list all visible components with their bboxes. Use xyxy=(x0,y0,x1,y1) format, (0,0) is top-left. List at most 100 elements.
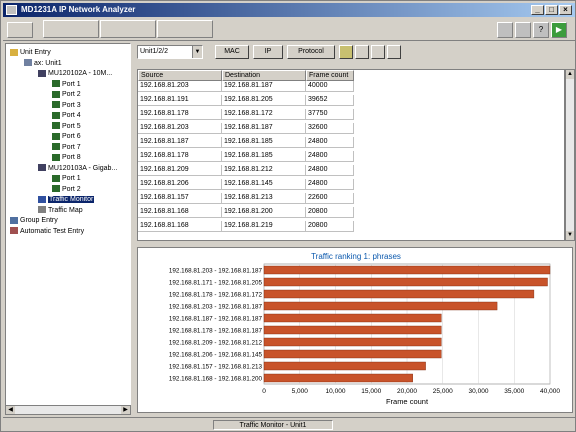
tree-item[interactable]: Port 2 xyxy=(52,185,81,195)
table-row[interactable]: 192.168.81.168 192.168.81.219 20800 xyxy=(138,221,354,232)
table-row[interactable]: 192.168.81.191 192.168.81.205 39652 xyxy=(138,95,354,106)
column-header[interactable]: Frame count xyxy=(306,70,354,81)
tree-item-label: Traffic Monitor xyxy=(48,196,95,203)
toolbar-tab-2[interactable] xyxy=(100,20,156,38)
tree-item[interactable]: Port 2 xyxy=(52,90,81,100)
table-cell: 24800 xyxy=(306,137,354,148)
table-cell: 24800 xyxy=(306,165,354,176)
table-row[interactable]: 192.168.81.187 192.168.81.185 24800 xyxy=(138,137,354,148)
x-axis-label: Frame count xyxy=(386,397,429,406)
print-icon[interactable] xyxy=(387,45,401,59)
ip-button[interactable]: IP xyxy=(253,45,283,59)
table-cell: 192.168.81.219 xyxy=(222,221,306,232)
tree-item[interactable]: Port 1 xyxy=(52,174,81,184)
tree-item[interactable]: Automatic Test Entry xyxy=(10,227,84,237)
table-cell: 192.168.81.178 xyxy=(138,109,222,120)
table-row[interactable]: 192.168.81.206 192.168.81.145 24800 xyxy=(138,179,354,190)
scroll-down-icon[interactable]: ▼ xyxy=(566,231,574,240)
bar xyxy=(263,325,442,335)
table-view-icon[interactable] xyxy=(355,45,369,59)
table-cell: 40000 xyxy=(306,81,354,92)
table-cell: 24800 xyxy=(306,179,354,190)
port-icon xyxy=(52,90,60,98)
group-icon xyxy=(10,216,18,224)
category-label: 192.168.81.203 - 192.168.81.187 xyxy=(169,304,263,311)
toolbar-tab-3[interactable] xyxy=(157,20,213,38)
tree-item[interactable]: Port 8 xyxy=(52,153,81,163)
bar xyxy=(263,373,413,383)
tree-item[interactable]: Port 3 xyxy=(52,101,81,111)
unit-tree[interactable]: Unit Entry ax: Unit1 MU120102A - 10M... Por… xyxy=(5,43,131,413)
tree-item[interactable]: Port 7 xyxy=(52,143,81,153)
tree-horizontal-scrollbar[interactable]: ◀ ▶ xyxy=(5,405,131,415)
table-vertical-scrollbar[interactable]: ▲ ▼ xyxy=(565,69,575,241)
tree-item-label: Port 3 xyxy=(62,101,81,109)
toolbar-tab-1[interactable] xyxy=(43,20,99,38)
tree-item[interactable]: ax: Unit1 xyxy=(24,59,62,69)
port-icon xyxy=(52,185,60,193)
bar xyxy=(263,313,442,323)
chart-view-icon[interactable] xyxy=(371,45,385,59)
exit-icon[interactable]: ▶ xyxy=(551,22,567,38)
port-icon xyxy=(52,111,60,119)
table-row[interactable]: 192.168.81.178 192.168.81.185 24800 xyxy=(138,151,354,162)
grid-view-icon[interactable] xyxy=(497,22,513,38)
table-cell: 22600 xyxy=(306,193,354,204)
tree-item[interactable]: MU120103A - Gigab... xyxy=(38,164,117,174)
table-row[interactable]: 192.168.81.157 192.168.81.213 22600 xyxy=(138,193,354,204)
table-cell: 192.168.81.168 xyxy=(138,221,222,232)
scroll-left-icon[interactable]: ◀ xyxy=(6,406,15,414)
table-cell: 192.168.81.185 xyxy=(222,151,306,162)
tree-item[interactable]: Port 6 xyxy=(52,132,81,142)
x-tick-label: 35,000 xyxy=(504,388,524,395)
module-icon xyxy=(38,69,46,77)
tree-item[interactable]: Traffic Monitor xyxy=(38,195,95,205)
toolbar: ? ▶ xyxy=(3,19,575,41)
column-header[interactable]: Destination xyxy=(222,70,306,81)
table-row[interactable]: 192.168.81.168 192.168.81.200 20800 xyxy=(138,207,354,218)
chevron-down-icon[interactable]: ▼ xyxy=(192,46,202,58)
help-icon[interactable]: ? xyxy=(533,22,549,38)
maximize-button[interactable]: □ xyxy=(545,5,558,15)
tree-item[interactable]: Port 4 xyxy=(52,111,81,121)
bar xyxy=(263,361,426,371)
category-label: 192.168.81.178 - 192.168.81.172 xyxy=(169,292,263,299)
close-button[interactable]: × xyxy=(559,5,572,15)
tree-item-label: MU120103A - Gigab... xyxy=(48,164,118,172)
scroll-up-icon[interactable]: ▲ xyxy=(566,70,574,79)
toolbar-tools-button[interactable] xyxy=(7,22,33,38)
table-cell: 192.168.81.203 xyxy=(138,81,222,92)
protocol-button[interactable]: Protocol xyxy=(287,45,335,59)
tree-item[interactable]: Unit Entry xyxy=(10,48,51,58)
tree-item-label: ax: Unit1 xyxy=(34,59,62,67)
table-cell: 39652 xyxy=(306,95,354,106)
minimize-button[interactable]: _ xyxy=(531,5,544,15)
tree-item-label: Group Entry xyxy=(20,217,58,224)
app-icon xyxy=(6,5,17,15)
tree-item-label: Traffic Map xyxy=(48,206,83,214)
category-label: 192.168.81.171 - 192.168.81.205 xyxy=(169,280,263,287)
table-row[interactable]: 192.168.81.209 192.168.81.212 24800 xyxy=(138,165,354,176)
x-tick-label: 20,000 xyxy=(397,388,417,395)
list-view-icon[interactable] xyxy=(515,22,531,38)
scroll-right-icon[interactable]: ▶ xyxy=(121,406,130,414)
tree-item[interactable]: Traffic Map xyxy=(38,206,83,216)
port-icon xyxy=(52,101,60,109)
tree-item[interactable]: Port 1 xyxy=(52,80,81,90)
tree-item[interactable]: Port 5 xyxy=(52,122,81,132)
table-row[interactable]: 192.168.81.203 192.168.81.187 40000 xyxy=(138,81,354,92)
mac-button[interactable]: MAC xyxy=(215,45,249,59)
table-cell: 192.168.81.185 xyxy=(222,137,306,148)
monitor-icon xyxy=(38,195,46,203)
table-row[interactable]: 192.168.81.178 192.168.81.172 37750 xyxy=(138,109,354,120)
unit-select[interactable]: Unit1/2/2 ▼ xyxy=(137,45,203,59)
port-icon xyxy=(52,143,60,151)
tree-item[interactable]: MU120102A - 10M... xyxy=(38,69,112,79)
table-cell: 192.168.81.168 xyxy=(138,207,222,218)
export-icon[interactable] xyxy=(339,45,353,59)
table-row[interactable]: 192.168.81.203 192.168.81.187 32600 xyxy=(138,123,354,134)
unit-select-value: Unit1/2/2 xyxy=(140,48,169,55)
column-header[interactable]: Source xyxy=(138,70,222,81)
tree-item[interactable]: Group Entry xyxy=(10,216,58,226)
traffic-table: Source Destination Frame count 192.168.81.2… xyxy=(137,69,565,241)
